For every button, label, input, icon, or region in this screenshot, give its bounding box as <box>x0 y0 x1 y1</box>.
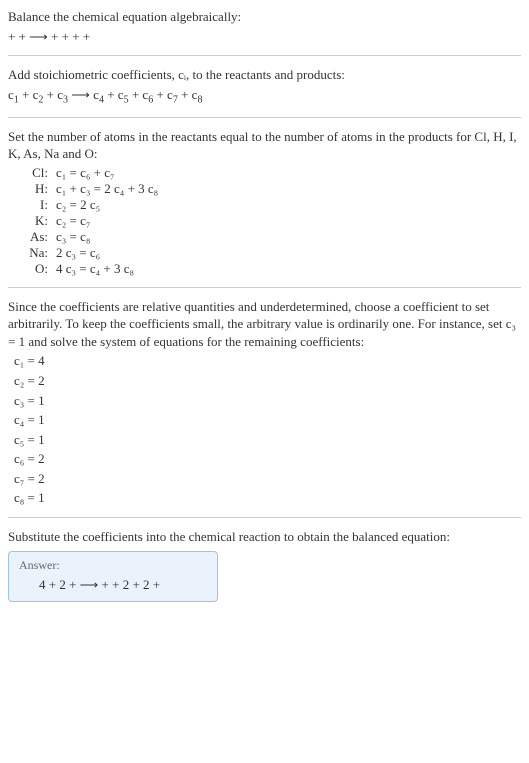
atom-label: I: <box>12 197 52 213</box>
separator-1 <box>8 55 521 56</box>
atom-row-na: Na:2 c₃ = c₆ <box>12 245 162 261</box>
atom-label: H: <box>12 181 52 197</box>
atom-equation: c₂ = 2 c₅ <box>52 197 162 213</box>
intro-line-1: Balance the chemical equation algebraica… <box>8 8 521 26</box>
step3-text: Since the coefficients are relative quan… <box>8 298 521 351</box>
step4-text: Substitute the coefficients into the che… <box>8 528 521 546</box>
atom-label: As: <box>12 229 52 245</box>
coef-c2: c2 <box>33 87 44 102</box>
atom-label: Na: <box>12 245 52 261</box>
atom-row-cl: Cl:c₁ = c₆ + c₇ <box>12 165 162 181</box>
coef-c5: c5 <box>118 87 129 102</box>
atom-equation: c₂ = c₇ <box>52 213 162 229</box>
coef-c1: c1 <box>8 87 19 102</box>
solution-c2: c₂ = 2 <box>8 372 521 390</box>
answer-label: Answer: <box>19 558 207 573</box>
separator-2 <box>8 117 521 118</box>
plus-5: + <box>129 87 143 102</box>
answer-equation: 4 + 2 + ⟶ + + 2 + 2 + <box>19 577 207 593</box>
step1-equation: c1 + c2 + c3 ⟶ c4 + c5 + c6 + c7 + c8 <box>8 86 521 107</box>
atom-equation: c₃ = c₈ <box>52 229 162 245</box>
atom-equation: c₁ = c₆ + c₇ <box>52 165 162 181</box>
solution-c7: c₇ = 2 <box>8 470 521 488</box>
plus-4: + <box>104 87 118 102</box>
plus-1: + <box>19 87 33 102</box>
atom-equation: 4 c₃ = c₄ + 3 c₈ <box>52 261 162 277</box>
solution-c5: c₅ = 1 <box>8 431 521 449</box>
step1-text: Add stoichiometric coefficients, cᵢ, to … <box>8 66 521 84</box>
atom-label: Cl: <box>12 165 52 181</box>
solution-c6: c₆ = 2 <box>8 450 521 468</box>
atom-balance-table: Cl:c₁ = c₆ + c₇ H:c₁ + c₃ = 2 c₄ + 3 c₈ … <box>12 165 162 277</box>
atom-row-o: O:4 c₃ = c₄ + 3 c₈ <box>12 261 162 277</box>
atom-row-i: I:c₂ = 2 c₅ <box>12 197 162 213</box>
solution-c3: c₃ = 1 <box>8 392 521 410</box>
atom-row-as: As:c₃ = c₈ <box>12 229 162 245</box>
intro-reaction: + + ⟶ + + + + <box>8 28 521 46</box>
coef-c6: c6 <box>142 87 153 102</box>
solution-c4: c₄ = 1 <box>8 411 521 429</box>
step2-text: Set the number of atoms in the reactants… <box>8 128 521 163</box>
answer-box: Answer: 4 + 2 + ⟶ + + 2 + 2 + <box>8 551 218 602</box>
solution-c1: c₁ = 4 <box>8 352 521 370</box>
atom-equation: 2 c₃ = c₆ <box>52 245 162 261</box>
coef-c3: c3 <box>57 87 68 102</box>
coef-c4: c4 <box>93 87 104 102</box>
arrow: ⟶ <box>68 87 93 102</box>
coef-c7: c7 <box>167 87 178 102</box>
separator-4 <box>8 517 521 518</box>
atom-row-k: K:c₂ = c₇ <box>12 213 162 229</box>
separator-3 <box>8 287 521 288</box>
atom-row-h: H:c₁ + c₃ = 2 c₄ + 3 c₈ <box>12 181 162 197</box>
plus-7: + <box>178 87 192 102</box>
atom-equation: c₁ + c₃ = 2 c₄ + 3 c₈ <box>52 181 162 197</box>
coef-c8: c8 <box>192 87 203 102</box>
plus-2: + <box>43 87 57 102</box>
atom-label: K: <box>12 213 52 229</box>
solution-c8: c₈ = 1 <box>8 489 521 507</box>
plus-6: + <box>153 87 167 102</box>
atom-label: O: <box>12 261 52 277</box>
